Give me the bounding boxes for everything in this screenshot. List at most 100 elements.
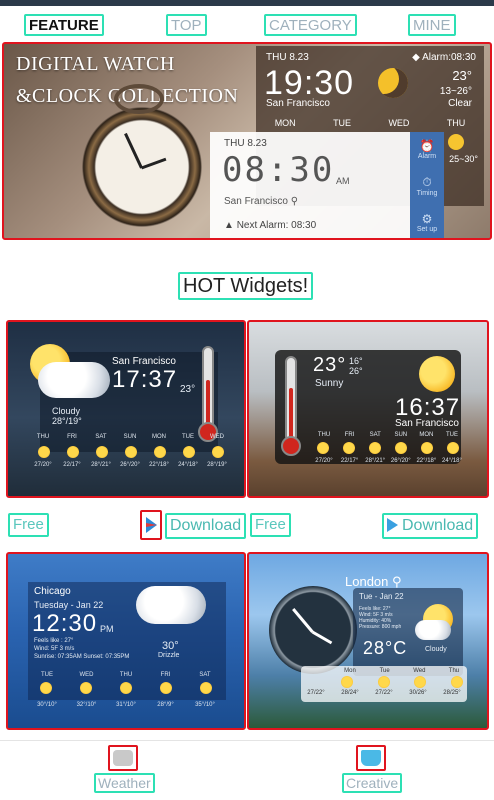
forecast-range: 27/22° [307, 690, 325, 696]
feature-banner[interactable]: DIGITAL WATCH &CLOCK COLLECTION THU 8.23… [2, 42, 492, 240]
nav-creative-button[interactable] [356, 745, 386, 771]
download-button-left[interactable]: Download [165, 513, 247, 539]
widget-city: San Francisco [395, 418, 459, 429]
widget-card-1[interactable]: San Francisco 17:37 23° Cloudy 28°/19° T… [6, 320, 246, 498]
weather-last-range: 25~30° [449, 154, 478, 164]
forecast-day: Tue [379, 668, 390, 674]
weather-day: THU [446, 118, 466, 128]
watch-ring [114, 84, 164, 114]
weather-day: TUE [333, 118, 352, 128]
sun-icon [183, 446, 195, 458]
download-button-right[interactable]: Download [382, 513, 479, 539]
forecast-day: TUE [182, 434, 194, 440]
forecast-day: WED [79, 672, 94, 678]
tab-mine[interactable]: MINE [408, 14, 456, 36]
sun-icon [343, 442, 355, 454]
forecast-range: 27/20° [315, 458, 333, 464]
sun-icon [414, 676, 427, 688]
tab-top[interactable]: TOP [166, 14, 207, 36]
forecast-range: 26°/20° [120, 462, 140, 468]
location-pin-icon: ⚲ [290, 196, 299, 207]
forecast-range: 31°/10° [116, 702, 136, 708]
widget-condition: Cloudy [425, 646, 447, 653]
watch-minute-hand [140, 157, 167, 170]
forecast-range: 30°/10° [37, 702, 57, 708]
forecast-range: 24°/18° [178, 462, 198, 468]
sun-icon [369, 442, 381, 454]
clock-time: 08:30 [222, 150, 335, 190]
moon-icon [378, 68, 408, 98]
forecast-day: MON [152, 434, 166, 440]
forecast-day: FRI [344, 432, 355, 438]
sun-icon [96, 446, 108, 458]
forecast-range: 28/24° [341, 690, 359, 696]
sun-icon [125, 446, 137, 458]
weather-day: WED [388, 118, 410, 128]
widget-condition: Cloudy [52, 406, 81, 416]
forecast-range: 30/26° [409, 690, 427, 696]
cloud-icon [415, 620, 451, 640]
sun-icon [200, 682, 212, 694]
tab-feature[interactable]: FEATURE [24, 14, 104, 36]
widget-range: 28°/19° [52, 416, 82, 426]
nav-creative-label[interactable]: Creative [342, 773, 403, 793]
weather-range: 13~26° [439, 86, 472, 97]
forecast-ranges: 27/20° 22/17° 28°/21° 26°/20° 22°/18° 24… [313, 458, 463, 464]
bell-icon: ◆ [412, 52, 420, 63]
thermometer-icon [202, 346, 214, 430]
widget-feels: Feels like : 27° [34, 638, 74, 644]
sun-icon [154, 446, 166, 458]
price-free-right: Free [250, 513, 291, 537]
forecast-range: 28°/21° [365, 458, 386, 464]
forecast-icons [317, 442, 459, 454]
google-play-icon[interactable] [140, 510, 162, 540]
nav-weather-button[interactable] [108, 745, 138, 771]
pocket-watch-image [82, 102, 202, 232]
widget-time: 17:37 [112, 366, 178, 393]
sun-icon [80, 682, 92, 694]
forecast-day: THU [119, 672, 133, 678]
sun-icon [40, 682, 52, 694]
clock-next-alarm: ▲ Next Alarm: 08:30 [224, 220, 317, 231]
sun-icon [160, 682, 172, 694]
forecast-range: 32°/10° [76, 702, 97, 708]
forecast-range: 26°/20° [390, 458, 411, 464]
weather-day: MON [274, 118, 296, 128]
forecast-day: TUE [445, 432, 458, 438]
google-play-icon [387, 518, 398, 532]
sun-icon [38, 446, 50, 458]
banner-clock-card: THU 8.23 08:30 AM San Francisco ⚲ ▲ Next… [210, 132, 444, 238]
forecast-day: SAT [199, 672, 211, 678]
widget-card-2[interactable]: 23° 16° 26° Sunny 16:37 San Francisco TH… [247, 320, 489, 498]
sun-icon [67, 446, 79, 458]
forecast-day: SAT [95, 434, 107, 440]
watch-hour-hand [124, 132, 143, 169]
weather-temp: 23° [452, 68, 472, 83]
tab-category[interactable]: CATEGORY [264, 14, 357, 36]
nav-weather-label[interactable]: Weather [94, 773, 155, 793]
stopwatch-icon: ⏱ [422, 174, 432, 189]
setup-button: ⚙ Set up [416, 211, 438, 233]
price-free-left: Free [8, 513, 49, 537]
bottom-divider [0, 740, 494, 741]
forecast-ranges: 30°/10° 32°/10° 31°/10° 28°/9° 35°/10° [36, 702, 216, 708]
widget-card-4[interactable]: London ⚲ Tue - Jan 22 Feels like: 27° Wi… [247, 552, 489, 730]
banner-title-line-1: DIGITAL WATCH [16, 53, 175, 75]
widget-date: Tue - Jan 22 [359, 592, 404, 601]
sun-icon [212, 446, 224, 458]
weather-date: THU 8.23 [266, 52, 309, 63]
hot-widgets-heading: HOT Widgets! [178, 272, 314, 300]
weather-days: MON TUE WED THU [256, 118, 484, 128]
forecast-day: WED [210, 434, 224, 440]
forecast-range: 28°/9° [157, 702, 174, 708]
widget-ampm: PM [100, 624, 114, 634]
forecast-range: 24°/18° [442, 458, 462, 464]
forecast-days: THU FRI SAT SUN MON TUE [313, 432, 463, 438]
forecast-ranges: 27/22° 28/24° 27/22° 30/26° 28/25° [305, 690, 463, 696]
forecast-day: FRI [160, 672, 171, 678]
weather-city: San Francisco [266, 98, 330, 109]
widget-card-3[interactable]: Chicago Tuesday - Jan 22 12:30 PM Feels … [6, 552, 246, 730]
bell-icon: ▲ [224, 220, 234, 231]
forecast-day: Mon [344, 668, 356, 674]
forecast-range: 28/25° [443, 690, 461, 696]
